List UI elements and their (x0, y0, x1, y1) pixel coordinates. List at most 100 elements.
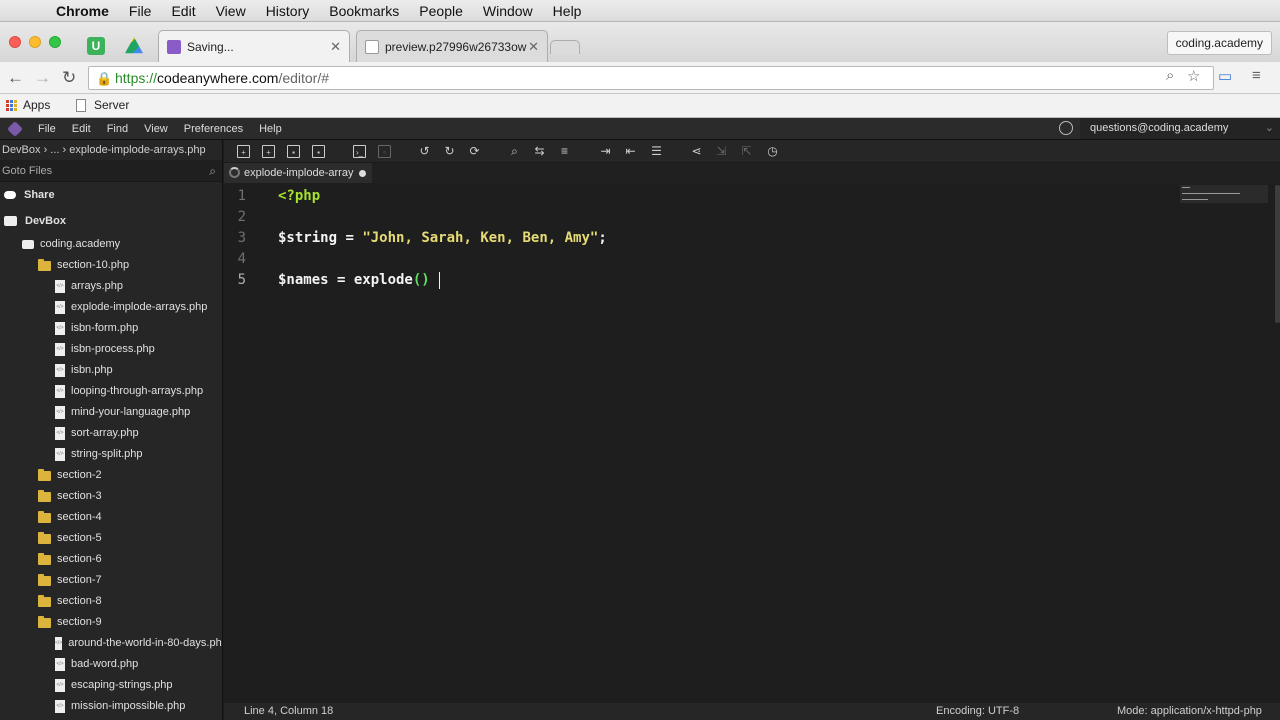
goto-files-input[interactable]: Goto Files ⌕ (0, 160, 222, 182)
editor-tab-active[interactable]: explode-implode-array (224, 163, 372, 183)
import-icon[interactable]: ⇲ (715, 145, 728, 158)
google-drive-icon[interactable] (125, 37, 143, 54)
url-field[interactable]: 🔒 https://codeanywhere.com/editor/# (88, 66, 1214, 90)
menu-history[interactable]: History (256, 3, 320, 19)
tree-file[interactable]: </> bad-word.php (0, 654, 222, 675)
tree-folder[interactable]: section-10.php (0, 255, 222, 276)
new-tab-button[interactable] (550, 40, 580, 54)
menu-window[interactable]: Window (473, 3, 543, 19)
back-icon[interactable]: ← (7, 68, 24, 88)
save-icon[interactable]: ▪ (287, 145, 300, 158)
window-minimize-button[interactable] (29, 36, 41, 48)
minimap[interactable] (1180, 185, 1268, 203)
menu-view[interactable]: View (206, 3, 256, 19)
bookmark-star-icon[interactable]: ☆ (1187, 67, 1200, 85)
share-item[interactable]: Share (0, 182, 222, 208)
export-icon[interactable]: ⇱ (740, 145, 753, 158)
tab-title: Saving... (187, 39, 234, 54)
ide-menu-file[interactable]: File (30, 123, 64, 135)
vertical-scrollbar[interactable] (1275, 185, 1280, 323)
find-icon[interactable]: ⌕ (508, 145, 521, 158)
menu-file[interactable]: File (119, 3, 162, 19)
search-icon[interactable]: ⌕ (209, 160, 216, 182)
ide-menu-edit[interactable]: Edit (64, 123, 99, 135)
redo-icon[interactable]: ↻ (443, 145, 456, 158)
tree-file[interactable]: </> mind-your-language.php (0, 402, 222, 423)
tree-label: section-3 (57, 490, 102, 502)
tree-root-coding-academy[interactable]: coding.academy (0, 234, 222, 255)
encoding-status[interactable]: Encoding: UTF-8 (936, 703, 1019, 720)
menu-bookmarks[interactable]: Bookmarks (319, 3, 409, 19)
tree-file[interactable]: </> around-the-world-in-80-days.php (0, 633, 222, 654)
breadcrumb[interactable]: DevBox › ... › explode-implode-arrays.ph… (0, 140, 222, 160)
replace-icon[interactable]: ⇆ (533, 145, 546, 158)
ide-menu-help[interactable]: Help (251, 123, 290, 135)
code-editor[interactable]: 1 2 3 4 5 <?php $string = "John, Sarah, … (224, 183, 1280, 703)
tab-saving[interactable]: Saving... ✕ (158, 30, 350, 62)
chrome-menu-icon[interactable]: ≡ (1252, 67, 1261, 84)
line-number: 3 (237, 230, 246, 246)
ide-menu-find[interactable]: Find (99, 123, 136, 135)
tree-folder[interactable]: section-4 (0, 507, 222, 528)
save-all-icon[interactable]: ▪ (312, 145, 325, 158)
wrap-icon[interactable]: ≡ (558, 145, 571, 158)
reload-icon[interactable]: ↻ (62, 68, 76, 88)
terminal-icon[interactable]: ›_ (353, 145, 366, 158)
cast-icon[interactable]: ▭ (1218, 67, 1232, 85)
menu-app-chrome[interactable]: Chrome (46, 3, 119, 19)
tree-file[interactable]: </> escaping-strings.php (0, 675, 222, 696)
format-icon[interactable]: ☰ (650, 145, 663, 158)
mode-status[interactable]: Mode: application/x-httpd-php (1117, 703, 1262, 720)
new-file-icon[interactable]: + (237, 145, 250, 158)
tree-file[interactable]: </> arrays.php (0, 276, 222, 297)
outdent-icon[interactable]: ⇤ (624, 145, 637, 158)
undo-icon[interactable]: ↺ (418, 145, 431, 158)
indent-icon[interactable]: ⇥ (599, 145, 612, 158)
preview-icon[interactable]: ▫ (378, 145, 391, 158)
tree-folder[interactable]: section-7 (0, 570, 222, 591)
new-folder-icon[interactable]: + (262, 145, 275, 158)
history-icon[interactable]: ◷ (766, 145, 779, 158)
profile-button[interactable]: coding.academy (1166, 31, 1272, 55)
share-icon[interactable]: ⋖ (690, 145, 703, 158)
tree-folder[interactable]: section-2 (0, 465, 222, 486)
tree-file[interactable]: </> isbn-process.php (0, 339, 222, 360)
globe-icon[interactable] (1059, 121, 1073, 135)
tree-file[interactable]: </> isbn.php (0, 360, 222, 381)
tree-folder[interactable]: section-3 (0, 486, 222, 507)
tree-file[interactable]: </> explode-implode-arrays.php (0, 297, 222, 318)
tree-file[interactable]: </> looping-through-arrays.php (0, 381, 222, 402)
php-file-icon: </> (55, 385, 65, 398)
account-dropdown[interactable]: questions@coding.academy ⌄ (1080, 118, 1280, 139)
devbox-label: DevBox (25, 214, 66, 227)
tree-folder[interactable]: section-8 (0, 591, 222, 612)
minimap-line (1182, 199, 1208, 200)
tree-folder[interactable]: section-5 (0, 528, 222, 549)
tab-close-icon[interactable]: ✕ (528, 39, 539, 55)
tree-file[interactable]: </> sort-array.php (0, 423, 222, 444)
extension-u-icon[interactable]: U (87, 37, 105, 55)
code-string: "John, Sarah, Ken, Ben, Amy" (362, 230, 599, 246)
window-close-button[interactable] (9, 36, 21, 48)
ide-menu-preferences[interactable]: Preferences (176, 123, 251, 135)
tree-file[interactable]: </> mission-impossible.php (0, 696, 222, 717)
window-zoom-button[interactable] (49, 36, 61, 48)
devbox-item[interactable]: DevBox (0, 208, 222, 234)
menu-edit[interactable]: Edit (161, 3, 205, 19)
menu-help[interactable]: Help (543, 3, 592, 19)
briefcase-icon (22, 240, 34, 249)
tree-folder[interactable]: section-6 (0, 549, 222, 570)
bookmark-server[interactable]: Server (76, 98, 129, 112)
tab-close-icon[interactable]: ✕ (330, 39, 341, 55)
tree-folder[interactable]: section-9 (0, 612, 222, 633)
tab-preview[interactable]: preview.p27996w26733ow ✕ (356, 30, 548, 62)
tree-file[interactable]: </> string-split.php (0, 444, 222, 465)
ide-menu-view[interactable]: View (136, 123, 176, 135)
forward-icon[interactable]: → (34, 68, 51, 88)
bookmark-apps[interactable]: Apps (6, 98, 50, 112)
unsaved-dot-icon[interactable] (359, 170, 366, 177)
menu-people[interactable]: People (409, 3, 473, 19)
tree-file[interactable]: </> isbn-form.php (0, 318, 222, 339)
refresh-icon[interactable]: ⟳ (468, 145, 481, 158)
search-icon[interactable]: ⌕ (1166, 67, 1174, 84)
